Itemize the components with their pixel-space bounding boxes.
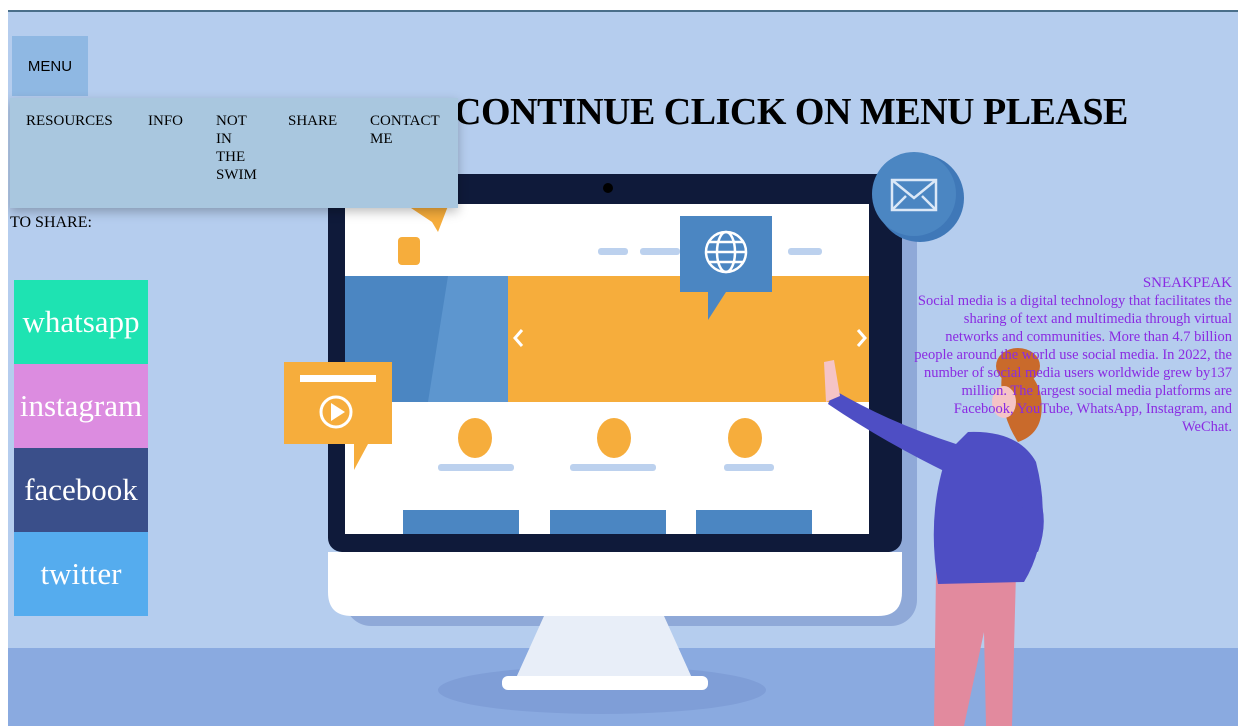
page-background: MENU CONTINUE CLICK ON MENU PLEASE RESOU… xyxy=(8,10,1238,726)
twitter-button[interactable]: twitter xyxy=(14,532,148,616)
sneakpeak-text: Social media is a digital technology tha… xyxy=(914,293,1232,435)
menu-item-not-in-the-swim[interactable]: NOT IN THE SWIM xyxy=(216,112,257,184)
page-title: CONTINUE CLICK ON MENU PLEASE xyxy=(454,91,1128,133)
monitor-chin xyxy=(328,552,902,616)
sneakpeak-panel: SNEAKPEAK Social media is a digital tech… xyxy=(912,274,1232,436)
instagram-button[interactable]: instagram xyxy=(14,364,148,448)
menu-button[interactable]: MENU xyxy=(12,36,88,96)
menu-item-contact[interactable]: CONTACT ME xyxy=(370,112,440,148)
menu-item-info[interactable]: INFO xyxy=(148,112,183,130)
facebook-button[interactable]: facebook xyxy=(14,448,148,532)
whatsapp-button[interactable]: whatsapp xyxy=(14,280,148,364)
menu-item-share[interactable]: SHARE xyxy=(288,112,337,130)
menu-item-label: SWIM xyxy=(216,167,257,183)
monitor-stand xyxy=(516,616,692,678)
menu-item-label: ME xyxy=(370,131,393,147)
menu-item-label: THE xyxy=(216,149,246,165)
menu-item-label: CONTACT xyxy=(370,113,440,129)
menu-item-label: IN xyxy=(216,131,232,147)
menu-item-label: NOT xyxy=(216,113,247,129)
share-label: TO SHARE: xyxy=(10,214,92,231)
sneakpeak-title: SNEAKPEAK xyxy=(1142,275,1232,291)
monitor-camera xyxy=(603,183,613,193)
menu-dropdown: RESOURCES INFO NOT IN THE SWIM SHARE CON… xyxy=(10,98,458,208)
menu-item-resources[interactable]: RESOURCES xyxy=(26,112,113,130)
